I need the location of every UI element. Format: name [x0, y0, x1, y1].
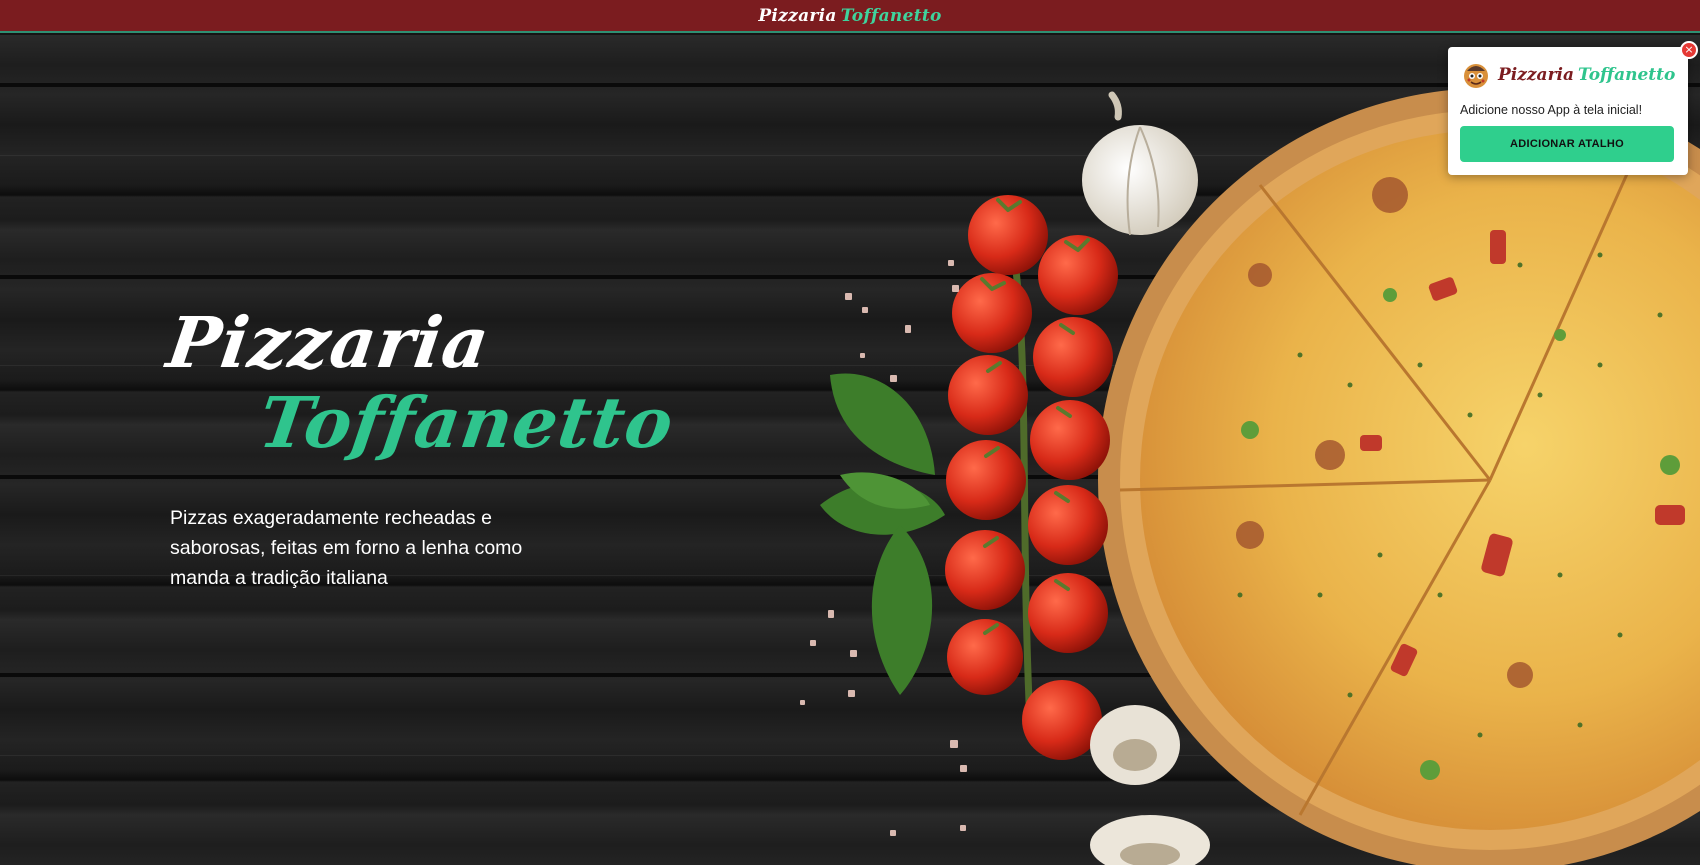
salt-crystals-graphic: [800, 260, 967, 836]
popup-message: Adicione nosso App à tela inicial!: [1460, 103, 1643, 117]
basil-graphic: [820, 373, 945, 695]
add-shortcut-button[interactable]: ADICIONAR ATALHO: [1460, 126, 1674, 162]
hero-title-line1: Pizzaria: [162, 301, 495, 384]
add-to-homescreen-popup: × Pizzaria Toffanetto Adicione nosso App …: [1448, 41, 1698, 175]
popup-logo-word1: Pizzaria: [1498, 65, 1574, 85]
hero-title-line2: Toffanetto: [254, 381, 680, 464]
hero-description: Pizzas exageradamente recheadas e saboro…: [170, 507, 523, 589]
tomatoes-graphic: [945, 195, 1118, 760]
hero-section: Pizzaria Toffanetto Pizzas exageradament…: [0, 35, 1700, 865]
topbar-logo-word2: Toffanetto: [840, 5, 942, 26]
close-icon[interactable]: ×: [1680, 41, 1698, 59]
popup-logo-word2: Toffanetto: [1578, 65, 1676, 85]
topbar-logo[interactable]: Pizzaria Toffanetto: [758, 6, 941, 26]
popup-header: Pizzaria Toffanetto: [1460, 59, 1675, 91]
popup-logo: Pizzaria Toffanetto: [1498, 65, 1675, 85]
pizza-mascot-icon: [1464, 64, 1488, 88]
top-bar: Pizzaria Toffanetto: [0, 0, 1700, 33]
hero-title: Pizzaria Toffanetto: [162, 301, 679, 464]
topbar-logo-word1: Pizzaria: [758, 5, 837, 26]
garlic-graphic: [1082, 91, 1198, 236]
